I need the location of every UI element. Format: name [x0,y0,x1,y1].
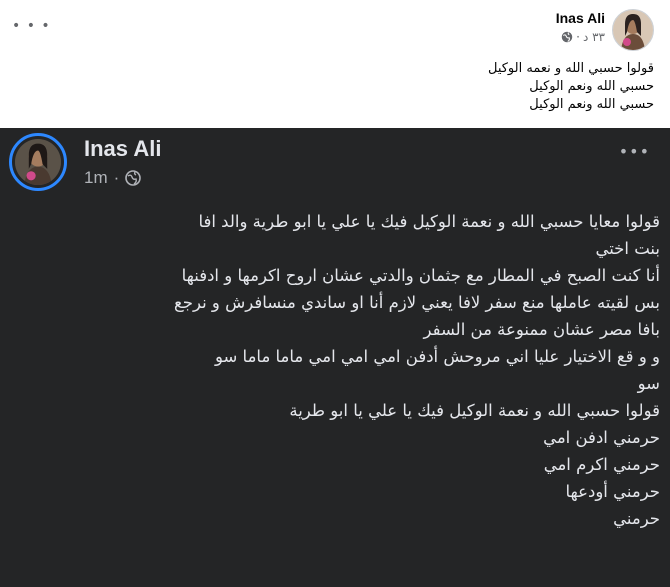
post-line: حرمني أودعها [565,482,661,501]
avatar[interactable] [612,9,654,51]
author-name[interactable]: Inas Ali [84,136,161,162]
globe-icon[interactable] [561,31,573,43]
post-text: قولوا معايا حسبي الله و نعمة الوكيل فيك … [10,178,660,532]
post-line: حسبي الله ونعم الوكيل [529,97,654,112]
post-line: أنا كنت الصبح في المطار مع جثمان والدتي … [181,266,660,285]
dark-post: Inas Ali 1m · ••• قولوا معايا حسبي الله … [0,128,670,587]
post-line: حسبي الله ونعم الوكيل [529,79,654,94]
dot-separator: · [576,30,580,44]
post-time[interactable]: ٣٣ د [583,30,605,44]
post-line: قولوا حسبي الله و نعمه الوكيل [487,61,654,76]
more-options-icon[interactable]: • • • [12,19,51,33]
post-meta: ٣٣ د · [561,30,605,44]
post-line: و و قع الاختيار عليا اني مروحش أدفن امي … [214,347,660,366]
post-line: حرمني اكرم امي [543,455,660,474]
post-line: حرمني [613,509,660,528]
post-line: بنت اختي [595,239,660,258]
post-text: قولوا حسبي الله و نعمه الوكيل حسبي الله … [488,60,654,114]
post-line: قولوا معايا حسبي الله و نعمة الوكيل فيك … [198,212,660,231]
post-line: قولوا حسبي الله و نعمة الوكيل فيك يا علي… [289,401,660,420]
post-line: حرمني ادفن امي [543,428,660,447]
author-name[interactable]: Inas Ali [556,10,605,26]
post-line: بافا مصر عشان ممنوعة من السفر [423,320,660,339]
more-options-icon[interactable]: ••• [619,142,650,161]
post-line: سو [637,374,660,393]
light-post: • • • Inas Ali ٣٣ د · قولوا حسبي الله و … [0,0,670,129]
post-line: بس لقيته عاملها منع سفر لافا يعني لازم أ… [174,293,660,312]
